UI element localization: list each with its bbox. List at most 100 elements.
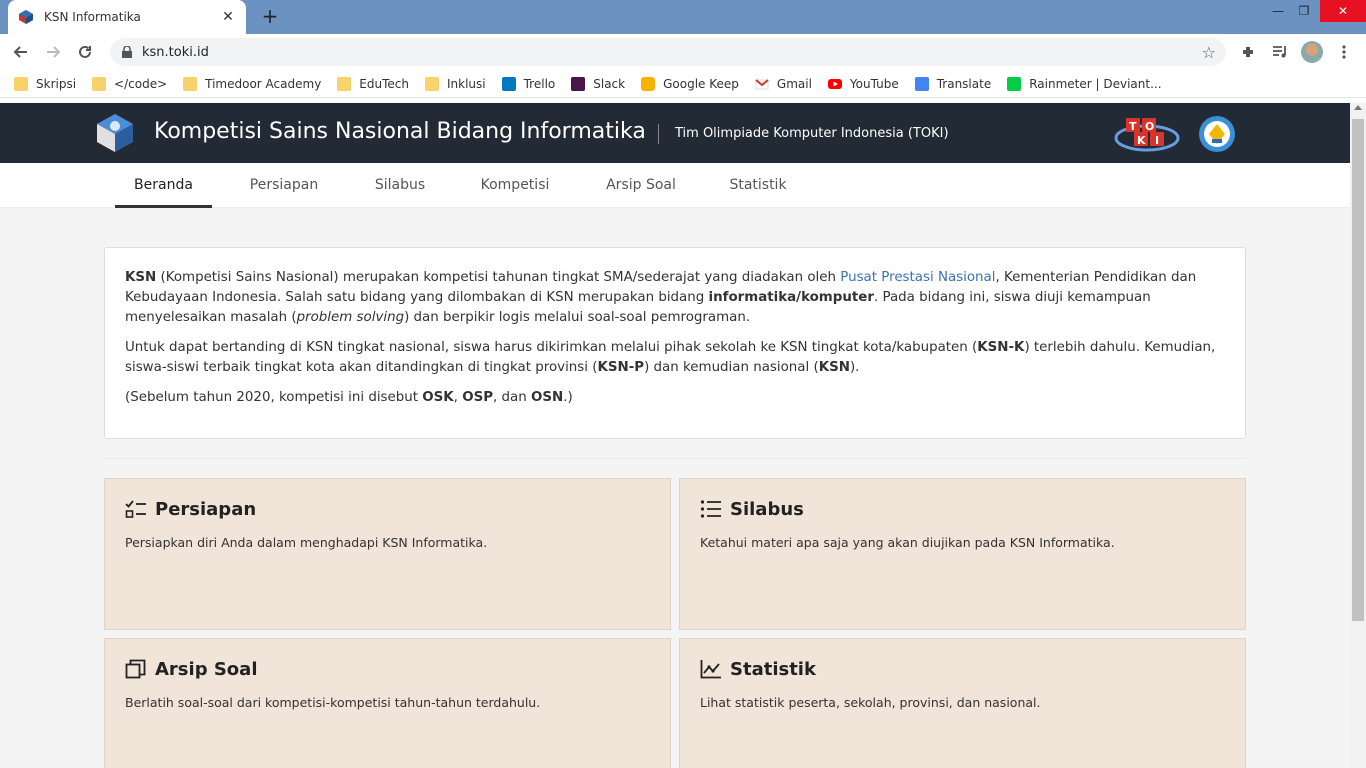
site-title[interactable]: Kompetisi Sains Nasional Bidang Informat… xyxy=(154,119,646,144)
close-window-button[interactable]: ✕ xyxy=(1320,0,1366,22)
bookmarks-bar: Skripsi </code> Timedoor Academy EduTech… xyxy=(0,70,1366,98)
nav-arsip-soal[interactable]: Arsip Soal xyxy=(596,163,686,208)
svg-text:T: T xyxy=(1129,120,1137,133)
bookmark-label: Gmail xyxy=(776,76,812,91)
header-divider xyxy=(658,124,659,144)
bookmark-google-keep[interactable]: Google Keep xyxy=(641,76,739,91)
scroll-up-icon[interactable] xyxy=(1354,105,1362,110)
page-scrollbar[interactable] xyxy=(1350,103,1366,768)
card-silabus[interactable]: Silabus Ketahui materi apa saja yang aka… xyxy=(679,478,1246,630)
bookmark-label: Slack xyxy=(593,76,626,91)
bookmark-label: Timedoor Academy xyxy=(205,76,322,91)
section-divider xyxy=(104,458,1246,459)
gmail-icon xyxy=(755,77,769,91)
ksn-bold: KSN xyxy=(818,360,850,375)
kemdikbud-logo-icon[interactable] xyxy=(1197,115,1237,153)
scrollbar-thumb[interactable] xyxy=(1352,119,1364,621)
card-persiapan[interactable]: Persiapan Persiapkan diri Anda dalam men… xyxy=(104,478,671,630)
profile-avatar[interactable] xyxy=(1301,41,1323,63)
bookmark-youtube[interactable]: YouTube xyxy=(827,76,899,91)
bookmark-label: Translate xyxy=(936,76,992,91)
checklist-icon xyxy=(125,499,147,519)
bookmark-code[interactable]: </code> xyxy=(92,76,168,91)
card-title: Statistik xyxy=(730,658,816,680)
lock-icon xyxy=(122,45,132,58)
bookmark-label: Rainmeter | Deviant... xyxy=(1029,76,1162,91)
card-title: Arsip Soal xyxy=(155,658,258,680)
intro-text: (Kompetisi Sains Nasional) merupakan kom… xyxy=(156,270,841,285)
card-description: Persiapkan diri Anda dalam menghadapi KS… xyxy=(125,535,488,550)
bookmark-rainmeter[interactable]: Rainmeter | Deviant... xyxy=(1007,76,1162,91)
ksn-bold: KSN xyxy=(125,270,157,285)
osp-bold: OSP xyxy=(462,390,494,405)
card-statistik[interactable]: Statistik Lihat statistik peserta, sekol… xyxy=(679,638,1246,768)
card-title: Persiapan xyxy=(155,498,257,520)
intro-text: , xyxy=(453,390,463,405)
nav-beranda[interactable]: Beranda xyxy=(115,163,212,208)
nav-silabus[interactable]: Silabus xyxy=(360,163,440,208)
card-arsip-soal[interactable]: Arsip Soal Berlatih soal-soal dari kompe… xyxy=(104,638,671,768)
bookmark-inklusi[interactable]: Inklusi xyxy=(424,76,486,91)
nav-statistik[interactable]: Statistik xyxy=(718,163,798,208)
card-description: Berlatih soal-soal dari kompetisi-kompet… xyxy=(125,695,541,710)
card-description: Lihat statistik peserta, sekolah, provin… xyxy=(700,695,1041,710)
list-icon xyxy=(700,499,722,519)
ksn-p-bold: KSN-P xyxy=(597,360,645,375)
intro-text: , dan xyxy=(493,390,531,405)
menu-kebab-icon[interactable] xyxy=(1334,42,1354,62)
bookmark-label: Skripsi xyxy=(36,76,77,91)
folder-icon xyxy=(424,76,439,91)
deviantart-icon xyxy=(1007,76,1022,91)
svg-text:O: O xyxy=(1145,120,1154,133)
ksn-favicon-icon xyxy=(18,9,34,25)
bookmark-label: EduTech xyxy=(359,76,409,91)
bookmark-gmail[interactable]: Gmail xyxy=(755,77,812,91)
slack-icon xyxy=(571,76,586,91)
keep-icon xyxy=(641,76,656,91)
address-bar[interactable]: ksn.toki.id ☆ xyxy=(110,38,1226,66)
bookmark-star-icon[interactable]: ☆ xyxy=(1202,43,1216,62)
bookmark-label: Inklusi xyxy=(446,76,486,91)
browser-tab[interactable]: KSN Informatika ✕ xyxy=(8,0,246,34)
reload-icon[interactable] xyxy=(74,41,96,63)
chart-icon xyxy=(700,659,722,679)
extensions-icon[interactable] xyxy=(1238,42,1258,62)
bookmark-translate[interactable]: Translate xyxy=(914,76,992,91)
bookmark-edutech[interactable]: EduTech xyxy=(337,76,409,91)
youtube-icon xyxy=(827,77,842,91)
osk-bold: OSK xyxy=(422,390,454,405)
intro-text: .) xyxy=(563,390,573,405)
intro-text: ) dan berpikir logis melalui soal-soal p… xyxy=(404,310,751,325)
web-page: Kompetisi Sains Nasional Bidang Informat… xyxy=(0,103,1350,768)
tab-close-icon[interactable]: ✕ xyxy=(220,9,236,25)
bookmark-label: </code> xyxy=(114,76,168,91)
bookmark-slack[interactable]: Slack xyxy=(571,76,626,91)
card-title: Silabus xyxy=(730,498,804,520)
restore-button[interactable]: ❐ xyxy=(1288,0,1320,22)
nav-persiapan[interactable]: Persiapan xyxy=(236,163,332,208)
forward-icon[interactable] xyxy=(42,41,64,63)
site-header: Kompetisi Sains Nasional Bidang Informat… xyxy=(0,103,1350,163)
bookmark-label: YouTube xyxy=(849,76,899,91)
media-control-icon[interactable] xyxy=(1270,42,1290,62)
toki-logo-icon[interactable]: T O K I xyxy=(1114,114,1180,154)
intro-paragraph-1: KSN (Kompetisi Sains Nasional) merupakan… xyxy=(125,268,1225,328)
intro-text: ) dan kemudian nasional ( xyxy=(644,360,819,375)
svg-text:K: K xyxy=(1137,134,1146,147)
problem-solving-italic: problem solving xyxy=(296,310,405,325)
informatika-bold: informatika/komputer xyxy=(708,290,874,305)
intro-paragraph-3: (Sebelum tahun 2020, kompetisi ini diseb… xyxy=(125,388,1225,408)
nav-kompetisi[interactable]: Kompetisi xyxy=(470,163,560,208)
card-description: Ketahui materi apa saja yang akan diujik… xyxy=(700,535,1115,550)
back-icon[interactable] xyxy=(10,41,32,63)
folder-icon xyxy=(183,76,198,91)
pusat-prestasi-link[interactable]: Pusat Prestasi Nasional xyxy=(840,270,995,285)
translate-icon xyxy=(914,76,929,91)
intro-text: ). xyxy=(849,360,860,375)
ksn-logo-icon[interactable] xyxy=(94,112,136,154)
new-tab-button[interactable]: + xyxy=(260,6,280,26)
bookmark-trello[interactable]: Trello xyxy=(501,76,555,91)
browser-toolbar: ksn.toki.id ☆ xyxy=(0,34,1366,70)
bookmark-skripsi[interactable]: Skripsi xyxy=(14,76,77,91)
bookmark-timedoor[interactable]: Timedoor Academy xyxy=(183,76,322,91)
